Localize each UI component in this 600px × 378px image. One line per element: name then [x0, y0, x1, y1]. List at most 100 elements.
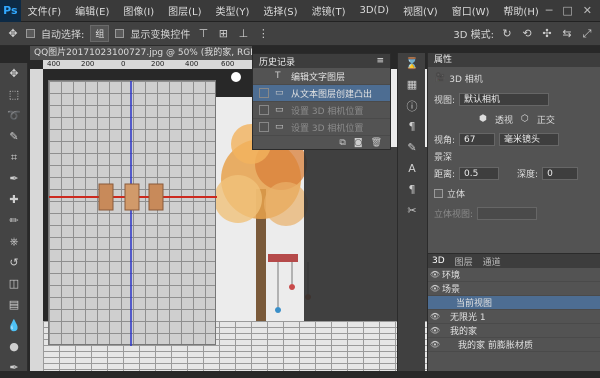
- clone-stamp-icon[interactable]: ⎈: [0, 231, 28, 252]
- 3d-widget-icon[interactable]: [231, 72, 241, 82]
- trash-icon[interactable]: 🗑: [371, 138, 382, 148]
- eraser-tool-icon[interactable]: ◫: [0, 273, 28, 294]
- snapshot-box[interactable]: [259, 122, 269, 132]
- scene-item[interactable]: 👁 环境: [428, 268, 600, 282]
- scene-item[interactable]: 👁 我的家: [428, 324, 600, 338]
- snapshot-box[interactable]: [259, 71, 269, 81]
- paragraph-style-icon[interactable]: ¶: [398, 179, 426, 200]
- scene-item[interactable]: 👁 无限光 1: [428, 310, 600, 324]
- roll-3d-icon[interactable]: ⟲: [520, 27, 534, 41]
- scene-item[interactable]: 👁 场景: [428, 282, 600, 296]
- maximize-icon[interactable]: □: [562, 4, 572, 17]
- paragraph-panel-icon[interactable]: ¶: [398, 116, 426, 137]
- menu-edit[interactable]: 编辑(E): [68, 3, 116, 18]
- stereo-view-dropdown[interactable]: [477, 206, 538, 220]
- scale-3d-icon[interactable]: ⤢: [580, 27, 594, 41]
- quick-select-tool-icon[interactable]: ✎: [0, 126, 28, 147]
- minimize-icon[interactable]: ─: [546, 4, 553, 17]
- healing-brush-icon[interactable]: ✚: [0, 189, 28, 210]
- gradient-tool-icon[interactable]: ▤: [0, 294, 28, 315]
- menu-image[interactable]: 图像(I): [116, 3, 161, 18]
- distance-input[interactable]: 0.5: [459, 166, 500, 180]
- fov-input[interactable]: 67: [459, 132, 496, 146]
- eyedropper-tool-icon[interactable]: ✒: [0, 168, 28, 189]
- depth-input[interactable]: 0: [542, 166, 579, 180]
- perspective-label[interactable]: 透视: [495, 113, 513, 126]
- new-document-icon[interactable]: ⧉: [339, 138, 345, 148]
- menu-3d[interactable]: 3D(D): [352, 5, 396, 16]
- tab-channels[interactable]: 通道: [483, 255, 501, 268]
- character-panel-icon[interactable]: A: [398, 158, 426, 179]
- history-item[interactable]: ▭ 设置 3D 相机位置: [253, 119, 390, 136]
- history-state-icon: ▭: [275, 122, 284, 132]
- 3d-text-block[interactable]: [124, 183, 140, 211]
- scene-item-label: 当前视图: [456, 299, 493, 309]
- 3d-text-block[interactable]: [148, 183, 164, 211]
- menu-select[interactable]: 选择(S): [256, 3, 304, 18]
- tab-layers[interactable]: 图层: [455, 255, 473, 268]
- history-panel-icon[interactable]: ⌛: [398, 53, 426, 74]
- history-item[interactable]: ▭ 从文本图层创建凸出: [253, 85, 390, 102]
- auto-select-dropdown[interactable]: 组: [90, 25, 110, 42]
- properties-tab[interactable]: 属性: [428, 53, 600, 67]
- menu-window[interactable]: 窗口(W): [445, 3, 497, 18]
- panel-menu-icon[interactable]: ≡: [376, 56, 390, 66]
- view-dropdown[interactable]: 默认相机: [459, 92, 550, 106]
- info-panel-icon[interactable]: ⓘ: [398, 95, 426, 116]
- lens-dropdown[interactable]: 毫米镜头: [499, 132, 560, 146]
- align-bottom-icon[interactable]: ⊥: [236, 27, 250, 41]
- pen-tool-icon[interactable]: ✒: [0, 357, 28, 378]
- menu-filter[interactable]: 滤镜(T): [305, 3, 353, 18]
- align-top-icon[interactable]: ⊤: [196, 27, 210, 41]
- snapshot-box[interactable]: [259, 88, 269, 98]
- history-item[interactable]: T 编辑文字图层: [253, 68, 390, 85]
- brush-tool-icon[interactable]: ✏: [0, 210, 28, 231]
- menu-help[interactable]: 帮助(H): [496, 3, 545, 18]
- visibility-eye-icon[interactable]: 👁: [428, 270, 442, 279]
- history-brush-icon[interactable]: ↺: [0, 252, 28, 273]
- perspective-icon[interactable]: ⬢: [479, 114, 487, 124]
- align-middle-icon[interactable]: ⊞: [216, 27, 230, 41]
- move-tool-icon[interactable]: ✥: [6, 27, 20, 41]
- document-tab[interactable]: QQ图片20171023100727.jpg @ 50% (我的家, RGB/8…: [30, 46, 252, 60]
- move-tool-icon[interactable]: ✥: [0, 63, 28, 84]
- marquee-tool-icon[interactable]: ⬚: [0, 84, 28, 105]
- lasso-tool-icon[interactable]: ➰: [0, 105, 28, 126]
- tools-preset-icon[interactable]: ✂: [398, 200, 426, 221]
- close-icon[interactable]: ✕: [583, 4, 592, 17]
- crop-tool-icon[interactable]: ⌗: [0, 147, 28, 168]
- camera-icon[interactable]: ◙: [354, 138, 363, 148]
- menu-file[interactable]: 文件(F): [21, 3, 69, 18]
- menu-view[interactable]: 视图(V): [396, 3, 445, 18]
- history-tab-label: 历史记录: [259, 57, 296, 68]
- menu-type[interactable]: 类型(Y): [208, 3, 256, 18]
- orbit-3d-icon[interactable]: ↻: [500, 27, 514, 41]
- visibility-eye-icon[interactable]: 👁: [428, 284, 442, 293]
- distribute-icon[interactable]: ⋮: [256, 27, 270, 41]
- scene-item[interactable]: 👁 我的家 前膨胀材质: [428, 338, 600, 352]
- scene-item-label: 我的家 前膨胀材质: [458, 341, 533, 351]
- snapshot-box[interactable]: [259, 105, 269, 115]
- history-state-icon: ▭: [275, 88, 284, 98]
- guides: [49, 81, 217, 346]
- tab-3d[interactable]: 3D: [432, 256, 445, 266]
- slide-3d-icon[interactable]: ⇆: [560, 27, 574, 41]
- visibility-eye-icon[interactable]: 👁: [428, 340, 442, 349]
- orthographic-label[interactable]: 正交: [537, 113, 555, 126]
- show-transform-checkbox[interactable]: [115, 29, 125, 38]
- blur-tool-icon[interactable]: 💧: [0, 315, 28, 336]
- auto-select-checkbox[interactable]: [26, 29, 35, 38]
- menu-layer[interactable]: 图层(L): [161, 3, 208, 18]
- visibility-eye-icon[interactable]: 👁: [428, 312, 442, 321]
- orthographic-icon[interactable]: ⬡: [521, 114, 529, 124]
- pan-3d-icon[interactable]: ✣: [540, 27, 554, 41]
- 3d-text-block[interactable]: [98, 183, 114, 211]
- history-tab[interactable]: 历史记录 ≡: [253, 54, 390, 68]
- dodge-tool-icon[interactable]: ●: [0, 336, 28, 357]
- scene-item[interactable]: 当前视图: [428, 296, 600, 310]
- layer-comps-icon[interactable]: ▦: [398, 74, 426, 95]
- brush-panel-icon[interactable]: ✎: [398, 137, 426, 158]
- visibility-eye-icon[interactable]: 👁: [428, 326, 442, 335]
- history-item[interactable]: ▭ 设置 3D 相机位置: [253, 102, 390, 119]
- stereo-checkbox[interactable]: [434, 188, 443, 198]
